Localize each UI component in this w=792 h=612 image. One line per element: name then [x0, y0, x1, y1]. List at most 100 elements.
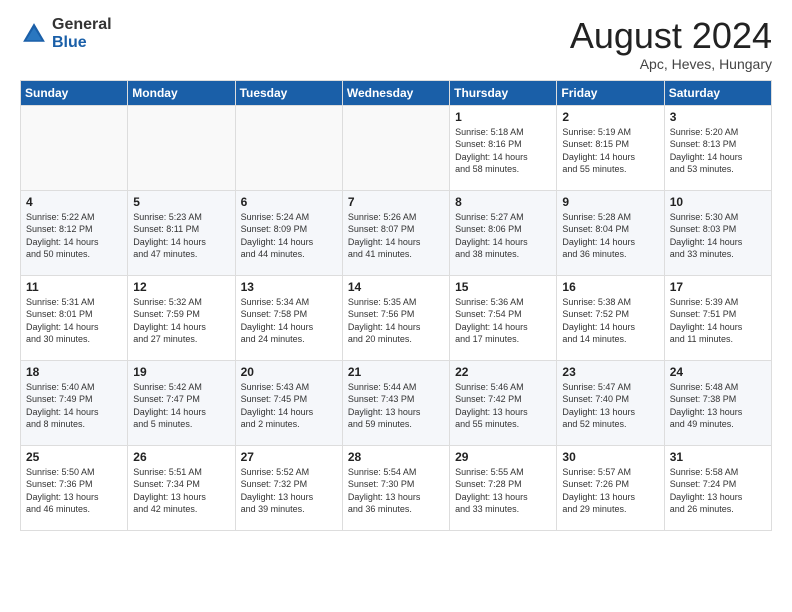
day-number: 11 [26, 280, 122, 294]
calendar-cell: 16Sunrise: 5:38 AM Sunset: 7:52 PM Dayli… [557, 275, 664, 360]
cell-content: Sunrise: 5:35 AM Sunset: 7:56 PM Dayligh… [348, 296, 444, 346]
day-number: 28 [348, 450, 444, 464]
calendar-cell: 2Sunrise: 5:19 AM Sunset: 8:15 PM Daylig… [557, 105, 664, 190]
cell-content: Sunrise: 5:39 AM Sunset: 7:51 PM Dayligh… [670, 296, 766, 346]
cell-content: Sunrise: 5:24 AM Sunset: 8:09 PM Dayligh… [241, 211, 337, 261]
calendar-cell: 31 Sunrise: 5:58 AM Sunset: 7:24 PM Dayli… [664, 445, 771, 530]
logo-icon [20, 20, 48, 48]
calendar-cell [21, 105, 128, 190]
cell-content: Sunrise: 5:57 AM Sunset: 7:26 PM Dayligh… [562, 466, 658, 516]
cell-content: Sunrise: 5:43 AM Sunset: 7:45 PM Dayligh… [241, 381, 337, 431]
day-header-monday: Monday [128, 80, 235, 105]
calendar-cell: 22Sunrise: 5:46 AM Sunset: 7:42 PM Dayli… [450, 360, 557, 445]
calendar-cell: 4 Sunrise: 5:22 AM Sunset: 8:12 PM Daylig… [21, 190, 128, 275]
day-number: 15 [455, 280, 551, 294]
day-number: 3 [670, 110, 766, 124]
day-header-thursday: Thursday [450, 80, 557, 105]
calendar-week-2: 4 Sunrise: 5:22 AM Sunset: 8:12 PM Daylig… [21, 190, 772, 275]
calendar-cell [128, 105, 235, 190]
day-number: 23 [562, 365, 658, 379]
cell-content: Sunrise: 5:32 AM Sunset: 7:59 PM Dayligh… [133, 296, 229, 346]
calendar-cell: 28Sunrise: 5:54 AM Sunset: 7:30 PM Dayli… [342, 445, 449, 530]
cell-content: Sunrise: 5:47 AM Sunset: 7:40 PM Dayligh… [562, 381, 658, 431]
day-number: 27 [241, 450, 337, 464]
calendar-cell: 25 Sunrise: 5:50 AM Sunset: 7:36 PM Dayli… [21, 445, 128, 530]
calendar-cell: 11 Sunrise: 5:31 AM Sunset: 8:01 PM Dayli… [21, 275, 128, 360]
cell-content: Sunrise: 5:19 AM Sunset: 8:15 PM Dayligh… [562, 126, 658, 176]
cell-content: Sunrise: 5:48 AM Sunset: 7:38 PM Dayligh… [670, 381, 766, 431]
cell-content: Sunrise: 5:20 AM Sunset: 8:13 PM Dayligh… [670, 126, 766, 176]
calendar-cell: 29Sunrise: 5:55 AM Sunset: 7:28 PM Dayli… [450, 445, 557, 530]
cell-content: Sunrise: 5:30 AM Sunset: 8:03 PM Dayligh… [670, 211, 766, 261]
cell-content: Sunrise: 5:38 AM Sunset: 7:52 PM Dayligh… [562, 296, 658, 346]
cell-content: Sunrise: 5:40 AM Sunset: 7:49 PM Dayligh… [26, 381, 122, 431]
calendar-week-1: 1Sunrise: 5:18 AM Sunset: 8:16 PM Daylig… [21, 105, 772, 190]
calendar-header-row: SundayMondayTuesdayWednesdayThursdayFrid… [21, 80, 772, 105]
calendar-cell: 30 Sunrise: 5:57 AM Sunset: 7:26 PM Dayli… [557, 445, 664, 530]
cell-content: Sunrise: 5:27 AM Sunset: 8:06 PM Dayligh… [455, 211, 551, 261]
cell-content: Sunrise: 5:18 AM Sunset: 8:16 PM Dayligh… [455, 126, 551, 176]
day-number: 31 [670, 450, 766, 464]
calendar-cell: 14 Sunrise: 5:35 AM Sunset: 7:56 PM Dayli… [342, 275, 449, 360]
calendar-cell: 7 Sunrise: 5:26 AM Sunset: 8:07 PM Daylig… [342, 190, 449, 275]
subtitle: Apc, Heves, Hungary [570, 56, 772, 72]
cell-content: Sunrise: 5:46 AM Sunset: 7:42 PM Dayligh… [455, 381, 551, 431]
main-title: August 2024 [570, 16, 772, 56]
day-number: 24 [670, 365, 766, 379]
day-number: 20 [241, 365, 337, 379]
calendar-cell: 12Sunrise: 5:32 AM Sunset: 7:59 PM Dayli… [128, 275, 235, 360]
day-number: 14 [348, 280, 444, 294]
cell-content: Sunrise: 5:23 AM Sunset: 8:11 PM Dayligh… [133, 211, 229, 261]
logo-blue-label: Blue [52, 34, 112, 52]
day-number: 19 [133, 365, 229, 379]
day-number: 8 [455, 195, 551, 209]
day-header-saturday: Saturday [664, 80, 771, 105]
calendar-cell: 24 Sunrise: 5:48 AM Sunset: 7:38 PM Dayli… [664, 360, 771, 445]
day-number: 30 [562, 450, 658, 464]
calendar-cell: 21Sunrise: 5:44 AM Sunset: 7:43 PM Dayli… [342, 360, 449, 445]
day-number: 5 [133, 195, 229, 209]
cell-content: Sunrise: 5:51 AM Sunset: 7:34 PM Dayligh… [133, 466, 229, 516]
calendar-cell: 8 Sunrise: 5:27 AM Sunset: 8:06 PM Daylig… [450, 190, 557, 275]
calendar-cell: 10Sunrise: 5:30 AM Sunset: 8:03 PM Dayli… [664, 190, 771, 275]
day-number: 25 [26, 450, 122, 464]
calendar-table: SundayMondayTuesdayWednesdayThursdayFrid… [20, 80, 772, 531]
day-number: 26 [133, 450, 229, 464]
calendar-cell: 26 Sunrise: 5:51 AM Sunset: 7:34 PM Dayli… [128, 445, 235, 530]
calendar-cell: 13Sunrise: 5:34 AM Sunset: 7:58 PM Dayli… [235, 275, 342, 360]
day-number: 7 [348, 195, 444, 209]
calendar-cell: 27 Sunrise: 5:52 AM Sunset: 7:32 PM Dayli… [235, 445, 342, 530]
cell-content: Sunrise: 5:50 AM Sunset: 7:36 PM Dayligh… [26, 466, 122, 516]
calendar-cell: 5 Sunrise: 5:23 AM Sunset: 8:11 PM Daylig… [128, 190, 235, 275]
calendar-cell [342, 105, 449, 190]
calendar-cell: 3 Sunrise: 5:20 AM Sunset: 8:13 PM Daylig… [664, 105, 771, 190]
logo-text: General Blue [52, 16, 112, 51]
cell-content: Sunrise: 5:58 AM Sunset: 7:24 PM Dayligh… [670, 466, 766, 516]
cell-content: Sunrise: 5:36 AM Sunset: 7:54 PM Dayligh… [455, 296, 551, 346]
logo: General Blue [20, 16, 112, 51]
day-header-tuesday: Tuesday [235, 80, 342, 105]
day-number: 29 [455, 450, 551, 464]
calendar-cell: 15 Sunrise: 5:36 AM Sunset: 7:54 PM Dayli… [450, 275, 557, 360]
cell-content: Sunrise: 5:31 AM Sunset: 8:01 PM Dayligh… [26, 296, 122, 346]
cell-content: Sunrise: 5:26 AM Sunset: 8:07 PM Dayligh… [348, 211, 444, 261]
calendar-cell: 23 Sunrise: 5:47 AM Sunset: 7:40 PM Dayli… [557, 360, 664, 445]
day-number: 9 [562, 195, 658, 209]
calendar-week-5: 25 Sunrise: 5:50 AM Sunset: 7:36 PM Dayli… [21, 445, 772, 530]
day-number: 21 [348, 365, 444, 379]
cell-content: Sunrise: 5:52 AM Sunset: 7:32 PM Dayligh… [241, 466, 337, 516]
logo-general-label: General [52, 16, 112, 34]
day-number: 18 [26, 365, 122, 379]
title-block: August 2024 Apc, Heves, Hungary [570, 16, 772, 72]
day-number: 4 [26, 195, 122, 209]
calendar-cell: 1Sunrise: 5:18 AM Sunset: 8:16 PM Daylig… [450, 105, 557, 190]
header: General Blue August 2024 Apc, Heves, Hun… [20, 16, 772, 72]
cell-content: Sunrise: 5:22 AM Sunset: 8:12 PM Dayligh… [26, 211, 122, 261]
day-header-sunday: Sunday [21, 80, 128, 105]
calendar-cell: 9Sunrise: 5:28 AM Sunset: 8:04 PM Daylig… [557, 190, 664, 275]
calendar-cell: 20 Sunrise: 5:43 AM Sunset: 7:45 PM Dayli… [235, 360, 342, 445]
calendar-cell: 6 Sunrise: 5:24 AM Sunset: 8:09 PM Daylig… [235, 190, 342, 275]
calendar-cell: 17Sunrise: 5:39 AM Sunset: 7:51 PM Dayli… [664, 275, 771, 360]
page: General Blue August 2024 Apc, Heves, Hun… [0, 0, 792, 612]
day-number: 6 [241, 195, 337, 209]
